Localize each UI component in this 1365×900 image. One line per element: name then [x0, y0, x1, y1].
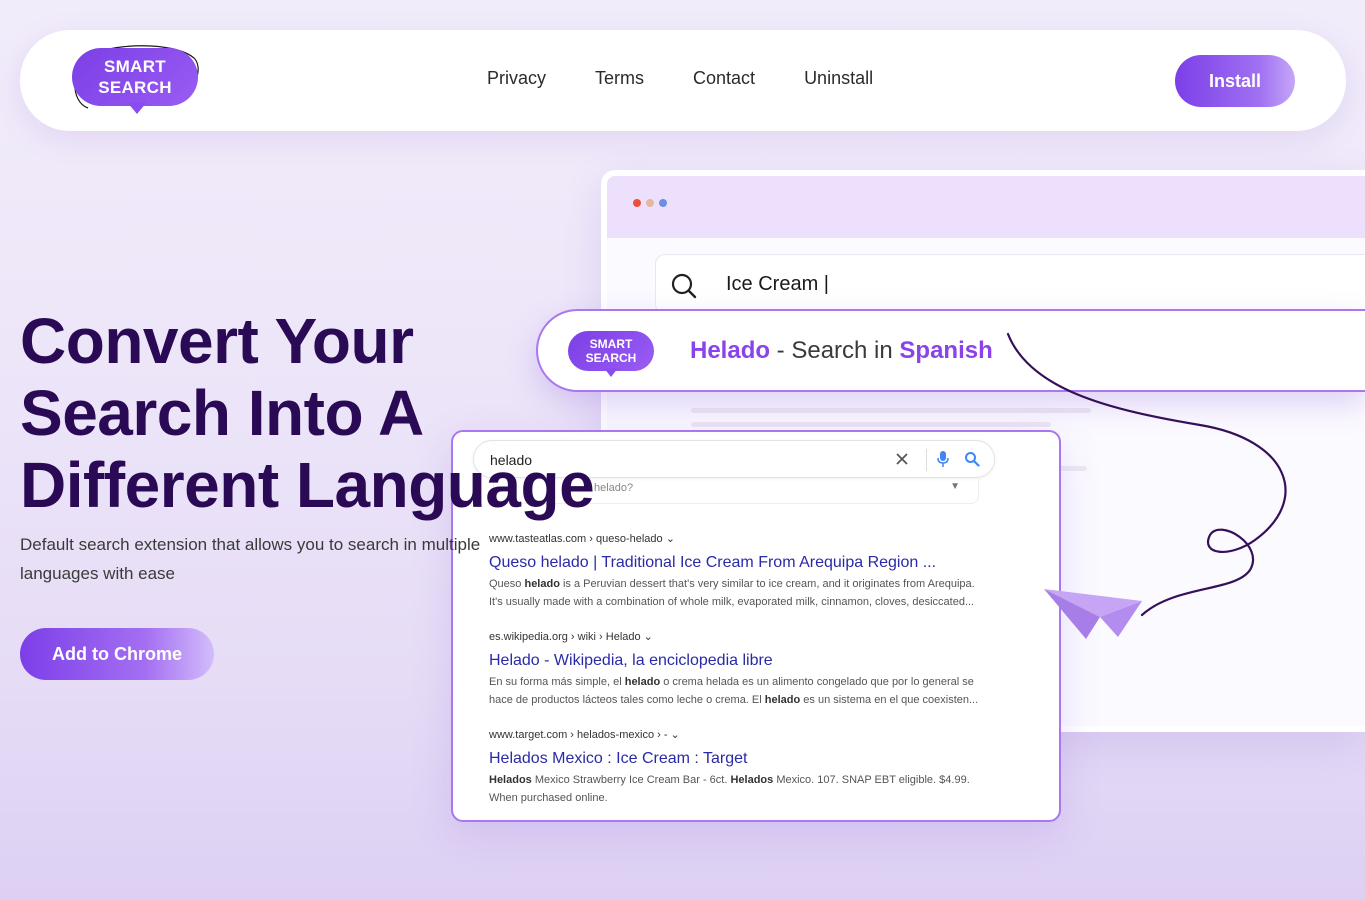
hero-title-line: Different Language — [20, 449, 595, 521]
logo-bubble: SMART SEARCH — [72, 48, 198, 106]
install-button[interactable]: Install — [1175, 55, 1295, 107]
clear-icon[interactable] — [894, 451, 910, 467]
placeholder-line — [691, 422, 1051, 427]
chevron-down-icon: ▼ — [950, 481, 960, 492]
result-snippet: Queso helado is a Peruvian dessert that'… — [489, 575, 999, 611]
hero-title-line: Convert Your — [20, 305, 414, 377]
search-result: es.wikipedia.org › wiki › Helado ⌄ Helad… — [489, 630, 999, 709]
logo-tail — [127, 102, 147, 114]
result-snippet-line: hace de productos lácteos tales como lec… — [489, 694, 979, 706]
hero-subtitle: Default search extension that allows you… — [20, 535, 481, 583]
search-result: www.target.com › helados-mexico › - ⌄ He… — [489, 728, 999, 807]
logo-text-line1: SMART — [104, 57, 166, 76]
browser-search-query: Ice Cream | — [726, 273, 829, 295]
result-snippet-line: It's usually made with a combination of … — [489, 596, 975, 608]
result-snippet-line: Queso helado is a Peruvian dessert that'… — [489, 578, 975, 590]
search-icon — [671, 273, 697, 299]
result-snippet-line: En su forma más simple, el helado o crem… — [489, 676, 974, 688]
add-to-chrome-button[interactable]: Add to Chrome — [20, 628, 214, 680]
hero-title-line: Search Into A — [20, 377, 424, 449]
microphone-icon[interactable] — [936, 450, 950, 468]
result-title[interactable]: Helado - Wikipedia, la enciclopedia libr… — [489, 650, 999, 672]
suggestion-middle: Search in — [791, 337, 900, 364]
navbar: SMART SEARCH Privacy Terms Contact Unins… — [20, 30, 1346, 131]
nav-link-terms[interactable]: Terms — [595, 68, 644, 89]
result-snippet: En su forma más simple, el helado o crem… — [489, 673, 999, 709]
suggestion-separator: - — [770, 337, 792, 364]
result-title[interactable]: Helados Mexico : Ice Cream : Target — [489, 748, 999, 770]
search-box-divider — [926, 449, 927, 471]
result-title[interactable]: Queso helado | Traditional Ice Cream Fro… — [489, 552, 999, 574]
nav-link-uninstall[interactable]: Uninstall — [804, 68, 873, 89]
search-result: www.tasteatlas.com › queso-helado ⌄ Ques… — [489, 532, 999, 611]
logo-text-line2: SEARCH — [98, 78, 172, 97]
nav-links: Privacy Terms Contact Uninstall — [487, 68, 873, 89]
window-minimize-dot — [646, 199, 654, 207]
browser-titlebar — [607, 176, 1365, 238]
window-close-dot — [633, 199, 641, 207]
hero-title: Convert Your Search Into A Different Lan… — [20, 305, 620, 521]
result-url[interactable]: www.target.com › helados-mexico › - ⌄ — [489, 728, 999, 742]
result-snippet-line: When purchased online. — [489, 792, 608, 804]
result-url[interactable]: es.wikipedia.org › wiki › Helado ⌄ — [489, 630, 999, 644]
smart-search-logo[interactable]: SMART SEARCH — [72, 45, 199, 114]
suggestion-text: Helado - Search in Spanish — [690, 337, 993, 365]
search-lens-icon[interactable] — [964, 451, 980, 467]
result-snippet: Helados Mexico Strawberry Ice Cream Bar … — [489, 771, 999, 807]
nav-link-privacy[interactable]: Privacy — [487, 68, 546, 89]
browser-search-bar[interactable]: Ice Cream | — [655, 254, 1365, 314]
target-language: Spanish — [899, 337, 993, 364]
result-snippet-line: Helados Mexico Strawberry Ice Cream Bar … — [489, 774, 970, 786]
result-url[interactable]: www.tasteatlas.com › queso-helado ⌄ — [489, 532, 999, 546]
nav-link-contact[interactable]: Contact — [693, 68, 755, 89]
translated-word: Helado — [690, 337, 771, 364]
window-maximize-dot — [659, 199, 667, 207]
paper-plane-icon — [1044, 589, 1142, 639]
